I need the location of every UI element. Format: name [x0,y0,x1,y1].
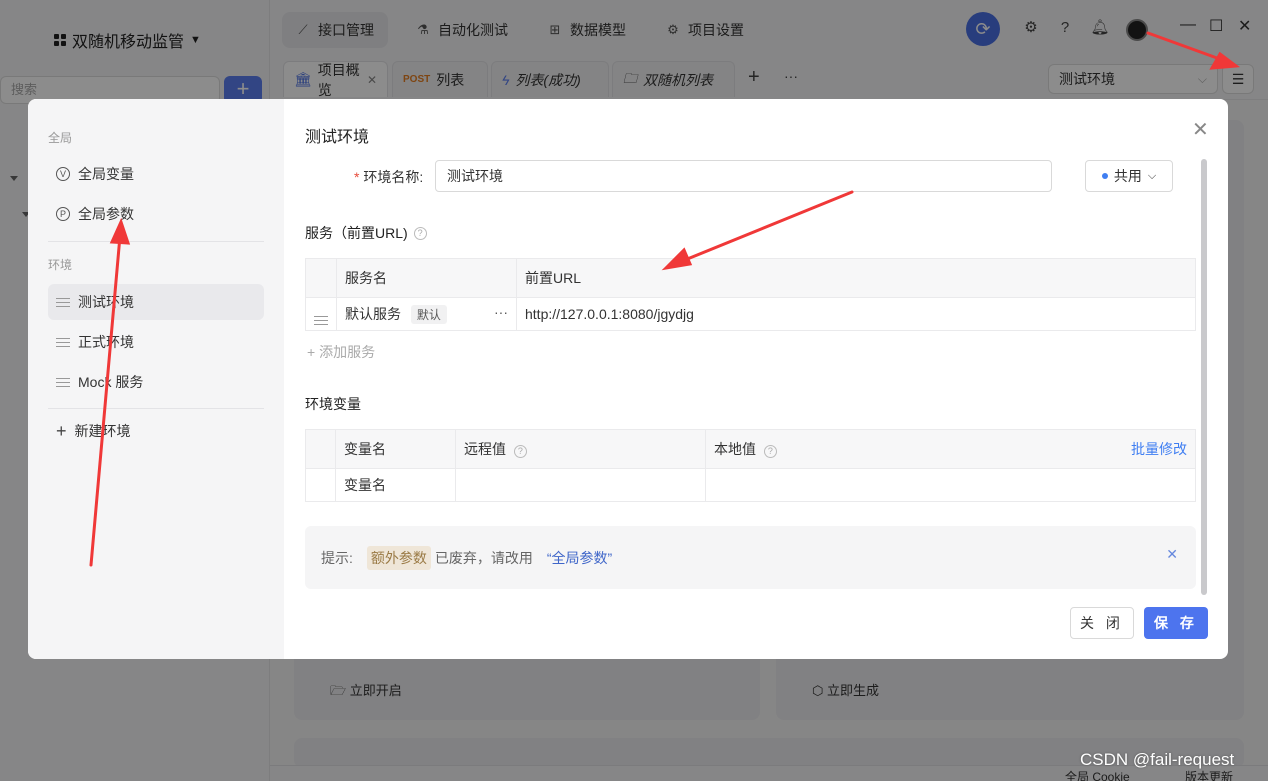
help-icon[interactable]: ? [513,445,527,458]
drag-handle-icon[interactable] [56,337,70,347]
services-title-text: 服务（前置URL) [305,225,408,241]
modal-title: 测试环境 [305,129,370,146]
help-icon[interactable]: ? [413,226,427,240]
watermark: CSDN @fail-request [1080,750,1235,769]
column-header: 变量名 [335,429,456,469]
table-row: 默认服务 默认 ··· http://127.0.0.1:8080/jgydjg [305,297,1196,331]
close-icon[interactable]: ✕ [1192,117,1209,142]
sidebar-item-prod-env[interactable]: 正式环境 [48,324,264,360]
chevron-down-icon: ⌵ [1147,169,1157,182]
shared-label: 共用 [1113,168,1142,184]
required-asterisk: * [354,169,360,185]
service-name-cell[interactable]: 默认服务 默认 ··· [336,297,517,331]
plus-icon: + [56,420,67,441]
scrollbar[interactable] [1201,159,1207,595]
section-global-label: 全局 [48,131,73,145]
new-environment-button[interactable]: + 新建环境 [48,413,264,449]
sidebar-item-label: 正式环境 [78,334,134,350]
remote-value-input[interactable] [455,468,706,502]
status-dot [1101,173,1108,179]
column-header: 前置URL [516,258,1196,298]
new-environment-label: 新建环境 [74,423,131,439]
shared-dropdown[interactable]: 共用 ⌵ [1085,160,1173,192]
section-env-label: 环境 [48,258,73,272]
drag-handle-cell [305,468,336,502]
drag-handle-cell[interactable] [305,297,337,331]
tip-close-icon[interactable]: ✕ [1166,546,1178,563]
add-service-button[interactable]: + 添加服务 [307,342,375,362]
service-name: 默认服务 [345,306,401,322]
env-name-input[interactable]: 测试环境 [435,160,1052,192]
local-value-header: 本地值 ? 批量修改 [705,429,1196,469]
remote-value-header: 远程值 ? [455,429,706,469]
environment-modal: 全局 V 全局变量 P 全局参数 环境 测试环境 正式环境 Mock 服务 + … [28,99,1228,659]
help-icon[interactable]: ? [763,445,777,458]
close-button[interactable]: 关 闭 [1070,607,1134,639]
deprecation-tip: 提示: 额外参数 已废弃，请改用 “全局参数” ✕ [305,526,1196,589]
more-icon[interactable]: ··· [494,304,508,320]
sidebar-item-label: 全局变量 [78,166,134,182]
drag-column-header [305,258,337,298]
tip-text: 已废弃，请改用 [434,549,533,566]
drag-handle-icon[interactable] [56,297,70,307]
variables-title-text: 环境变量 [305,396,361,412]
table-row: 变量名 [305,468,1196,502]
default-badge: 默认 [410,305,447,324]
services-table: 服务名 前置URL 默认服务 默认 ··· http://127.0.0.1:8… [305,258,1196,331]
variable-name-input[interactable]: 变量名 [335,468,456,502]
env-name-label: * 环境名称: [354,167,423,187]
drag-handle-icon[interactable] [314,315,328,325]
add-service-label: 添加服务 [319,344,376,360]
sidebar-item-global-params[interactable]: P 全局参数 [48,196,264,232]
service-url-cell[interactable]: http://127.0.0.1:8080/jgydjg [516,297,1196,331]
sidebar-item-label: 测试环境 [78,294,134,310]
env-name-label-text: 环境名称: [363,169,424,185]
batch-edit-link[interactable]: 批量修改 [1131,439,1187,459]
divider [48,241,264,242]
drag-column-header [305,429,336,469]
global-params-link[interactable]: “全局参数” [547,548,612,568]
sidebar-item-mock-service[interactable]: Mock 服务 [48,364,264,400]
sidebar-item-label: 全局参数 [78,206,134,222]
sidebar-item-label: Mock 服务 [78,374,144,390]
drag-handle-icon[interactable] [56,377,70,387]
sidebar-item-global-variables[interactable]: V 全局变量 [48,156,264,192]
save-button[interactable]: 保 存 [1144,607,1208,639]
sidebar-item-test-env[interactable]: 测试环境 [48,284,264,320]
environment-editor: 测试环境 ✕ * 环境名称: 测试环境 共用 ⌵ 服务（前置URL) ? 服务名… [284,99,1228,659]
environment-sidebar: 全局 V 全局变量 P 全局参数 环境 测试环境 正式环境 Mock 服务 + … [28,99,284,659]
divider [48,408,264,409]
local-value-input[interactable] [705,468,1196,502]
tip-prefix: 提示: [321,549,353,566]
variables-table: 变量名 远程值 ? 本地值 ? 批量修改 变量名 [305,429,1196,502]
variables-section-title: 环境变量 [305,394,361,414]
p-circle-icon: P [56,207,70,221]
column-header-label: 远程值 [464,441,506,457]
column-header-label: 本地值 [714,441,756,457]
v-circle-icon: V [56,167,70,181]
column-header: 服务名 [336,258,517,298]
tip-tag: 额外参数 [366,545,431,570]
services-section-title: 服务（前置URL) ? [305,223,427,243]
plus-icon: + [307,344,316,360]
